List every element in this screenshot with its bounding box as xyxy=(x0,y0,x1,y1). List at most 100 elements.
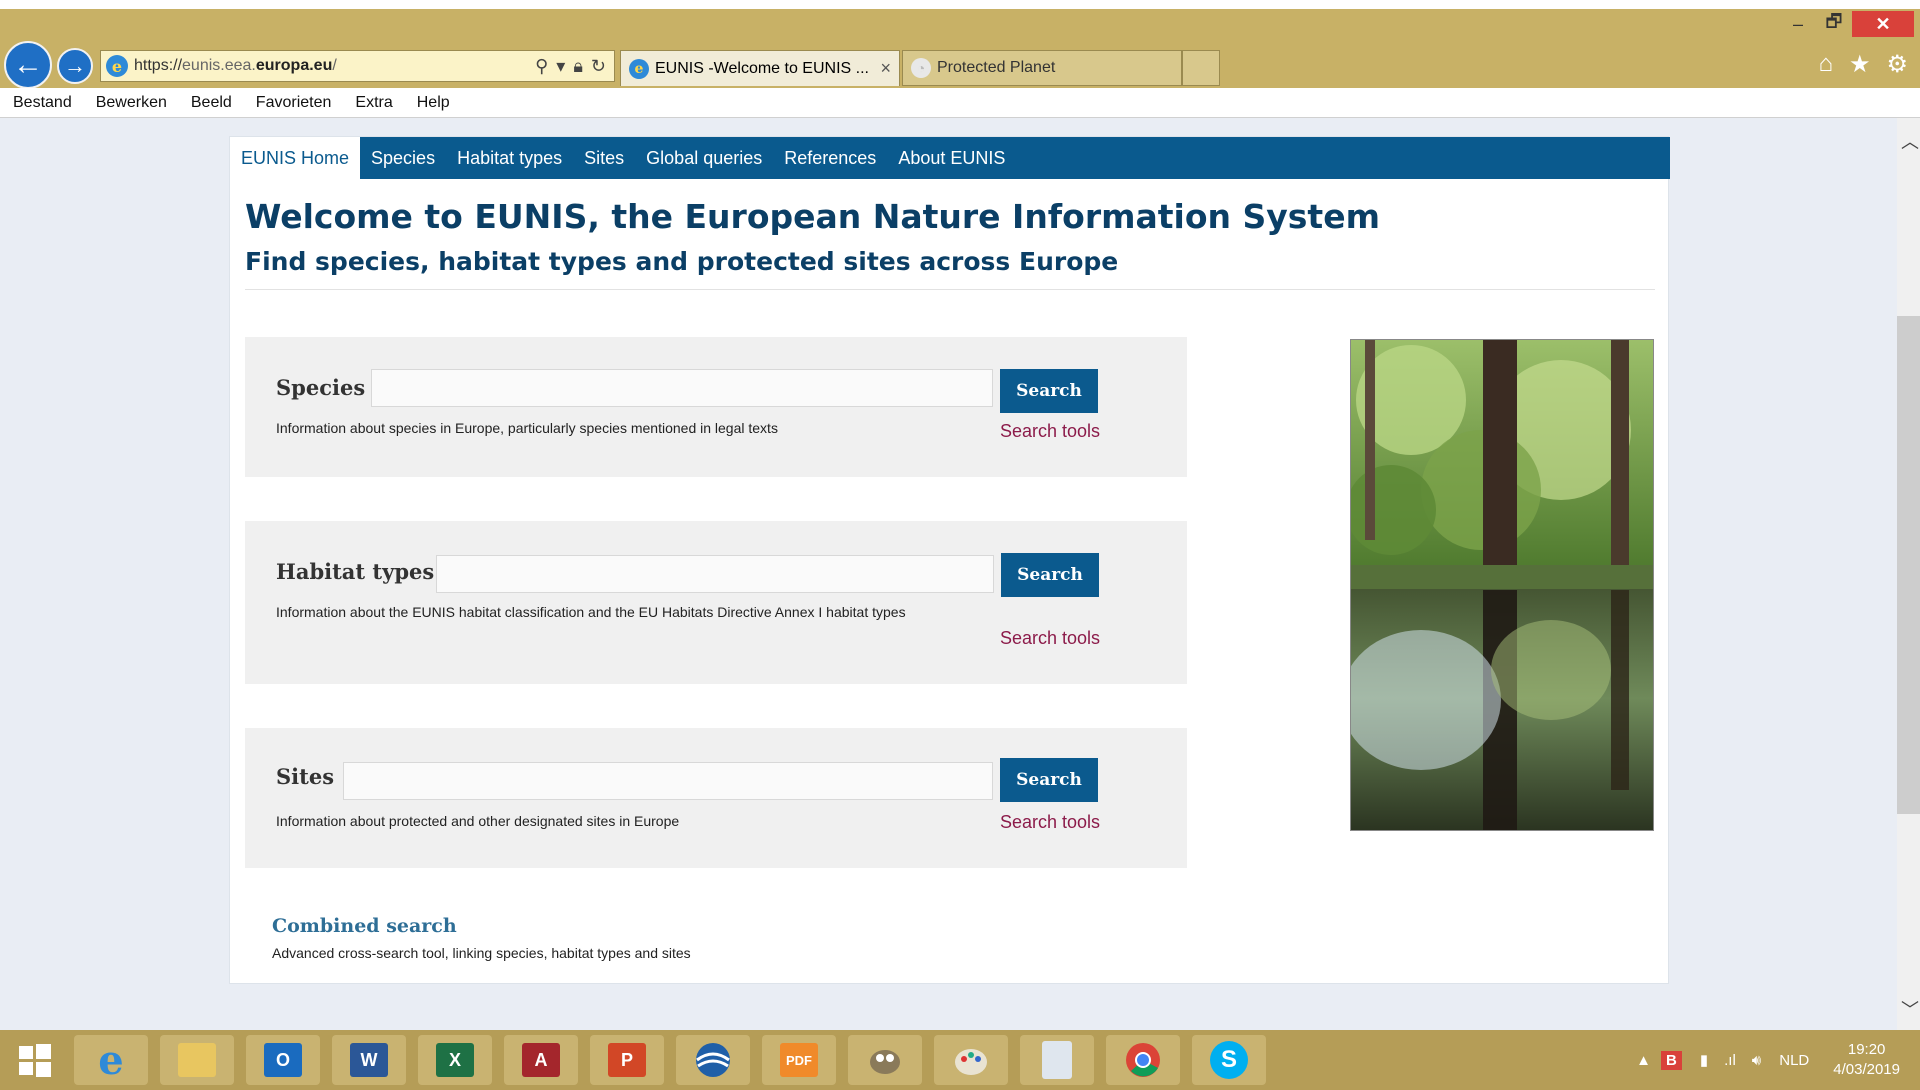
nav-species[interactable]: Species xyxy=(360,137,446,179)
menu-bewerken[interactable]: Bewerken xyxy=(83,94,178,112)
loading-tab-icon: ◔ xyxy=(911,58,931,78)
nav-habitat-types[interactable]: Habitat types xyxy=(446,137,573,179)
close-tab-icon[interactable]: × xyxy=(880,58,891,79)
sites-search-panel: Sites Search Information about protected… xyxy=(245,728,1187,868)
chevron-up-icon[interactable]: ︿ xyxy=(1901,128,1919,154)
address-url[interactable]: https://eunis.eea.europa.eu/ xyxy=(134,57,535,75)
windows-taskbar: e O W X A P PDF S ▲ B ▮ .ıl 🔊︎ NLD 19:20… xyxy=(0,1030,1920,1090)
url-scheme: https:// xyxy=(134,57,183,74)
combined-search-link[interactable]: Combined search xyxy=(272,915,457,937)
nav-references[interactable]: References xyxy=(773,137,887,179)
address-bar[interactable]: e https://eunis.eea.europa.eu/ ⚲ ▾ 🔒︎ ↻ xyxy=(100,50,615,82)
menu-favorieten[interactable]: Favorieten xyxy=(243,94,343,112)
species-search-input[interactable] xyxy=(371,369,993,407)
sites-label: Sites xyxy=(276,764,335,789)
signal-strength-icon[interactable]: .ıl xyxy=(1716,1052,1744,1069)
back-button[interactable]: ← xyxy=(4,41,52,89)
habitat-search-button[interactable]: Search xyxy=(1001,553,1099,597)
calculator-icon[interactable] xyxy=(1020,1035,1094,1085)
dropdown-icon[interactable]: ▾ xyxy=(556,56,565,77)
top-strip xyxy=(0,0,1920,9)
word-icon[interactable]: W xyxy=(332,1035,406,1085)
forest-pond-photo xyxy=(1350,339,1654,831)
species-search-button[interactable]: Search xyxy=(1000,369,1098,413)
settings-gear-icon[interactable]: ⚙ xyxy=(1886,50,1908,79)
tab-protected-planet[interactable]: ◔ Protected Planet xyxy=(902,50,1182,86)
search-icon[interactable]: ⚲ xyxy=(535,56,548,77)
refresh-icon[interactable]: ↻ xyxy=(591,56,606,77)
menu-bestand[interactable]: Bestand xyxy=(0,94,83,112)
access-icon[interactable]: A xyxy=(504,1035,578,1085)
ie-tab-icon: e xyxy=(629,58,649,79)
divider xyxy=(245,289,1655,290)
sites-search-tools-link[interactable]: Search tools xyxy=(1000,812,1100,833)
scrollbar-thumb[interactable] xyxy=(1897,316,1920,814)
internet-explorer-icon[interactable]: e xyxy=(74,1035,148,1085)
sites-description: Information about protected and other de… xyxy=(276,813,680,829)
clock-time: 19:20 xyxy=(1847,1041,1886,1058)
page-container: EUNIS Home Species Habitat types Sites G… xyxy=(229,136,1670,984)
restore-button[interactable]: 🗗 xyxy=(1816,11,1852,37)
menu-bar: Bestand Bewerken Beeld Favorieten Extra … xyxy=(0,88,1920,118)
vertical-scrollbar[interactable]: ︿ ﹀ xyxy=(1897,118,1920,1030)
menu-extra[interactable]: Extra xyxy=(342,94,403,112)
arrow-left-icon: ← xyxy=(13,48,43,81)
habitat-description: Information about the EUNIS habitat clas… xyxy=(276,604,906,620)
menu-help[interactable]: Help xyxy=(404,94,461,112)
habitat-search-input[interactable] xyxy=(436,555,994,593)
globe-app-icon[interactable] xyxy=(676,1035,750,1085)
powerpoint-icon[interactable]: P xyxy=(590,1035,664,1085)
lock-icon[interactable]: 🔒︎ xyxy=(573,56,583,77)
forward-button[interactable]: → xyxy=(57,48,93,84)
species-search-tools-link[interactable]: Search tools xyxy=(1000,421,1100,442)
input-language[interactable]: NLD xyxy=(1769,1052,1819,1069)
nav-about-eunis[interactable]: About EUNIS xyxy=(887,137,1016,179)
combined-search-description: Advanced cross-search tool, linking spec… xyxy=(272,945,691,961)
tray-app-b-icon[interactable]: B xyxy=(1661,1050,1682,1070)
show-hidden-icons-icon[interactable]: ▲ xyxy=(1626,1052,1661,1069)
url-domain: europa.eu xyxy=(255,57,333,74)
favorites-star-icon[interactable]: ★ xyxy=(1849,50,1871,79)
nav-eunis-home[interactable]: EUNIS Home xyxy=(230,137,361,179)
species-description: Information about species in Europe, par… xyxy=(276,420,778,436)
close-window-button[interactable]: ✕ xyxy=(1852,11,1914,37)
excel-icon[interactable]: X xyxy=(418,1035,492,1085)
outlook-icon[interactable]: O xyxy=(246,1035,320,1085)
new-tab-button[interactable] xyxy=(1182,50,1220,86)
tab-title: EUNIS -Welcome to EUNIS ... xyxy=(655,59,869,77)
windows-start-icon[interactable] xyxy=(10,1035,60,1085)
system-clock[interactable]: 19:20 4/03/2019 xyxy=(1819,1040,1920,1080)
home-icon[interactable]: ⌂ xyxy=(1818,50,1833,79)
clock-date: 4/03/2019 xyxy=(1833,1061,1900,1078)
page-subtitle: Find species, habitat types and protecte… xyxy=(245,247,1119,276)
page-title: Welcome to EUNIS, the European Nature In… xyxy=(245,197,1380,236)
power-icon[interactable]: ▮ xyxy=(1692,1051,1716,1069)
minimize-button[interactable]: – xyxy=(1780,11,1816,37)
url-path: / xyxy=(332,57,337,74)
habitat-search-tools-link[interactable]: Search tools xyxy=(1000,628,1100,649)
sites-search-input[interactable] xyxy=(343,762,993,800)
pdf-app-icon[interactable]: PDF xyxy=(762,1035,836,1085)
gimp-icon[interactable] xyxy=(848,1035,922,1085)
file-explorer-icon[interactable] xyxy=(160,1035,234,1085)
site-navigation: EUNIS Home Species Habitat types Sites G… xyxy=(230,137,1670,179)
menu-beeld[interactable]: Beeld xyxy=(178,94,243,112)
chrome-icon[interactable] xyxy=(1106,1035,1180,1085)
sites-search-button[interactable]: Search xyxy=(1000,758,1098,802)
species-label: Species xyxy=(276,375,366,400)
habitat-types-label: Habitat types xyxy=(276,559,435,584)
species-search-panel: Species Search Information about species… xyxy=(245,337,1187,477)
nav-sites[interactable]: Sites xyxy=(573,137,635,179)
browser-toolbar-icons: ⌂ ★ ⚙ xyxy=(1818,50,1908,79)
tab-eunis[interactable]: e EUNIS -Welcome to EUNIS ... × xyxy=(620,50,900,86)
habitat-search-panel: Habitat types Search Information about t… xyxy=(245,521,1187,684)
ie-page-icon: e xyxy=(106,55,128,77)
paint-icon[interactable] xyxy=(934,1035,1008,1085)
chevron-down-icon[interactable]: ﹀ xyxy=(1901,996,1919,1022)
system-tray: ▲ B ▮ .ıl 🔊︎ NLD 19:20 4/03/2019 xyxy=(1626,1030,1920,1090)
skype-icon[interactable]: S xyxy=(1192,1035,1266,1085)
arrow-right-icon: → xyxy=(64,53,86,78)
url-subdomain: eunis.eea. xyxy=(182,57,256,74)
nav-global-queries[interactable]: Global queries xyxy=(635,137,773,179)
volume-icon[interactable]: 🔊︎ xyxy=(1744,1052,1769,1069)
